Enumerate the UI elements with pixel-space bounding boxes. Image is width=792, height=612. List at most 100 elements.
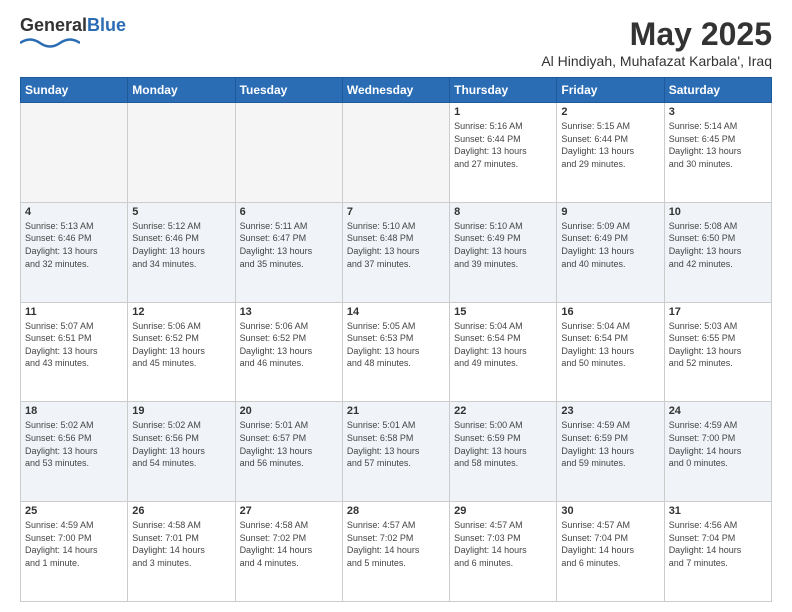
day-header-row: SundayMondayTuesdayWednesdayThursdayFrid…	[21, 78, 772, 103]
week-row-5: 25 Sunrise: 4:59 AM Sunset: 7:00 PM Dayli…	[21, 502, 772, 602]
calendar-cell: 14 Sunrise: 5:05 AM Sunset: 6:53 PM Dayli…	[342, 302, 449, 402]
calendar-cell: 7Sunrise: 5:10 AM Sunset: 6:48 PM Daylig…	[342, 202, 449, 302]
day-number: 8	[454, 206, 552, 218]
day-info: Sunrise: 5:02 AM Sunset: 6:56 PM Dayligh…	[132, 419, 230, 469]
day-number: 3	[669, 106, 767, 118]
day-number: 23	[561, 405, 659, 417]
calendar-cell: 28Sunrise: 4:57 AM Sunset: 7:02 PM Dayli…	[342, 502, 449, 602]
calendar-cell: 25 Sunrise: 4:59 AM Sunset: 7:00 PM Dayli…	[21, 502, 128, 602]
day-number: 9	[561, 206, 659, 218]
day-header-tuesday: Tuesday	[235, 78, 342, 103]
day-number: 5	[132, 206, 230, 218]
day-header-monday: Monday	[128, 78, 235, 103]
day-info: Sunrise: 5:05 AM Sunset: 6:53 PM Dayligh…	[347, 320, 445, 370]
day-info: Sunrise: 5:01 AM Sunset: 6:57 PM Dayligh…	[240, 419, 338, 469]
calendar-cell: 23 Sunrise: 4:59 AM Sunset: 6:59 PM Dayli…	[557, 402, 664, 502]
calendar-cell: 12 Sunrise: 5:06 AM Sunset: 6:52 PM Dayli…	[128, 302, 235, 402]
day-number: 15	[454, 306, 552, 318]
day-header-friday: Friday	[557, 78, 664, 103]
calendar-cell: 3 Sunrise: 5:14 AM Sunset: 6:45 PM Daylig…	[664, 103, 771, 203]
day-header-sunday: Sunday	[21, 78, 128, 103]
week-row-4: 18 Sunrise: 5:02 AM Sunset: 6:56 PM Dayli…	[21, 402, 772, 502]
day-info: Sunrise: 5:16 AM Sunset: 6:44 PM Dayligh…	[454, 120, 552, 170]
calendar-cell: 19 Sunrise: 5:02 AM Sunset: 6:56 PM Dayli…	[128, 402, 235, 502]
day-number: 17	[669, 306, 767, 318]
day-info: Sunrise: 5:06 AM Sunset: 6:52 PM Dayligh…	[132, 320, 230, 370]
day-number: 10	[669, 206, 767, 218]
week-row-1: 1 Sunrise: 5:16 AM Sunset: 6:44 PM Daylig…	[21, 103, 772, 203]
day-info: Sunrise: 4:59 AM Sunset: 7:00 PM Dayligh…	[25, 519, 123, 569]
logo-general: General	[20, 15, 87, 35]
calendar-cell: 18 Sunrise: 5:02 AM Sunset: 6:56 PM Dayli…	[21, 402, 128, 502]
day-info: Sunrise: 5:00 AM Sunset: 6:59 PM Dayligh…	[454, 419, 552, 469]
day-info: Sunrise: 5:07 AM Sunset: 6:51 PM Dayligh…	[25, 320, 123, 370]
calendar-cell	[128, 103, 235, 203]
header: GeneralBlue May 2025 Al Hindiyah, Muhafa…	[20, 16, 772, 69]
day-number: 16	[561, 306, 659, 318]
day-info: Sunrise: 5:09 AM Sunset: 6:49 PM Dayligh…	[561, 220, 659, 270]
day-info: Sunrise: 4:58 AM Sunset: 7:02 PM Dayligh…	[240, 519, 338, 569]
calendar-cell: 15 Sunrise: 5:04 AM Sunset: 6:54 PM Dayli…	[450, 302, 557, 402]
calendar-cell: 8 Sunrise: 5:10 AM Sunset: 6:49 PM Daylig…	[450, 202, 557, 302]
day-info: Sunrise: 5:04 AM Sunset: 6:54 PM Dayligh…	[454, 320, 552, 370]
day-info: Sunrise: 5:04 AM Sunset: 6:54 PM Dayligh…	[561, 320, 659, 370]
day-number: 12	[132, 306, 230, 318]
day-number: 6	[240, 206, 338, 218]
calendar-cell: 2Sunrise: 5:15 AM Sunset: 6:44 PM Daylig…	[557, 103, 664, 203]
day-info: Sunrise: 5:12 AM Sunset: 6:46 PM Dayligh…	[132, 220, 230, 270]
logo-wave-icon	[20, 36, 80, 50]
day-info: Sunrise: 4:59 AM Sunset: 7:00 PM Dayligh…	[669, 419, 767, 469]
day-number: 30	[561, 505, 659, 517]
day-info: Sunrise: 4:57 AM Sunset: 7:02 PM Dayligh…	[347, 519, 445, 569]
calendar-cell	[21, 103, 128, 203]
day-number: 25	[25, 505, 123, 517]
day-header-saturday: Saturday	[664, 78, 771, 103]
calendar-cell: 31 Sunrise: 4:56 AM Sunset: 7:04 PM Dayli…	[664, 502, 771, 602]
calendar-cell: 11 Sunrise: 5:07 AM Sunset: 6:51 PM Dayli…	[21, 302, 128, 402]
calendar-table: SundayMondayTuesdayWednesdayThursdayFrid…	[20, 77, 772, 602]
calendar-cell: 9 Sunrise: 5:09 AM Sunset: 6:49 PM Daylig…	[557, 202, 664, 302]
day-info: Sunrise: 4:56 AM Sunset: 7:04 PM Dayligh…	[669, 519, 767, 569]
calendar-cell	[342, 103, 449, 203]
logo: GeneralBlue	[20, 16, 126, 55]
day-number: 21	[347, 405, 445, 417]
calendar-cell: 4Sunrise: 5:13 AM Sunset: 6:46 PM Daylig…	[21, 202, 128, 302]
day-number: 14	[347, 306, 445, 318]
day-info: Sunrise: 5:14 AM Sunset: 6:45 PM Dayligh…	[669, 120, 767, 170]
day-number: 24	[669, 405, 767, 417]
calendar-cell: 13 Sunrise: 5:06 AM Sunset: 6:52 PM Dayli…	[235, 302, 342, 402]
week-row-2: 4Sunrise: 5:13 AM Sunset: 6:46 PM Daylig…	[21, 202, 772, 302]
day-info: Sunrise: 5:11 AM Sunset: 6:47 PM Dayligh…	[240, 220, 338, 270]
logo-text: GeneralBlue	[20, 16, 126, 36]
day-number: 29	[454, 505, 552, 517]
calendar-cell: 16 Sunrise: 5:04 AM Sunset: 6:54 PM Dayli…	[557, 302, 664, 402]
calendar-cell: 26 Sunrise: 4:58 AM Sunset: 7:01 PM Dayli…	[128, 502, 235, 602]
week-row-3: 11 Sunrise: 5:07 AM Sunset: 6:51 PM Dayli…	[21, 302, 772, 402]
day-info: Sunrise: 5:02 AM Sunset: 6:56 PM Dayligh…	[25, 419, 123, 469]
day-number: 31	[669, 505, 767, 517]
day-info: Sunrise: 5:06 AM Sunset: 6:52 PM Dayligh…	[240, 320, 338, 370]
day-number: 22	[454, 405, 552, 417]
day-info: Sunrise: 4:58 AM Sunset: 7:01 PM Dayligh…	[132, 519, 230, 569]
day-number: 1	[454, 106, 552, 118]
day-info: Sunrise: 5:08 AM Sunset: 6:50 PM Dayligh…	[669, 220, 767, 270]
page: GeneralBlue May 2025 Al Hindiyah, Muhafa…	[0, 0, 792, 612]
day-number: 20	[240, 405, 338, 417]
calendar-cell: 5 Sunrise: 5:12 AM Sunset: 6:46 PM Daylig…	[128, 202, 235, 302]
day-number: 18	[25, 405, 123, 417]
day-info: Sunrise: 4:59 AM Sunset: 6:59 PM Dayligh…	[561, 419, 659, 469]
day-number: 27	[240, 505, 338, 517]
day-info: Sunrise: 5:03 AM Sunset: 6:55 PM Dayligh…	[669, 320, 767, 370]
day-number: 26	[132, 505, 230, 517]
day-info: Sunrise: 5:10 AM Sunset: 6:49 PM Dayligh…	[454, 220, 552, 270]
day-number: 11	[25, 306, 123, 318]
calendar-cell	[235, 103, 342, 203]
calendar-cell: 24 Sunrise: 4:59 AM Sunset: 7:00 PM Dayli…	[664, 402, 771, 502]
calendar-cell: 10 Sunrise: 5:08 AM Sunset: 6:50 PM Dayli…	[664, 202, 771, 302]
month-title: May 2025	[541, 16, 772, 53]
logo-blue: Blue	[87, 15, 126, 35]
day-number: 19	[132, 405, 230, 417]
day-header-thursday: Thursday	[450, 78, 557, 103]
location-title: Al Hindiyah, Muhafazat Karbala', Iraq	[541, 53, 772, 69]
day-number: 13	[240, 306, 338, 318]
